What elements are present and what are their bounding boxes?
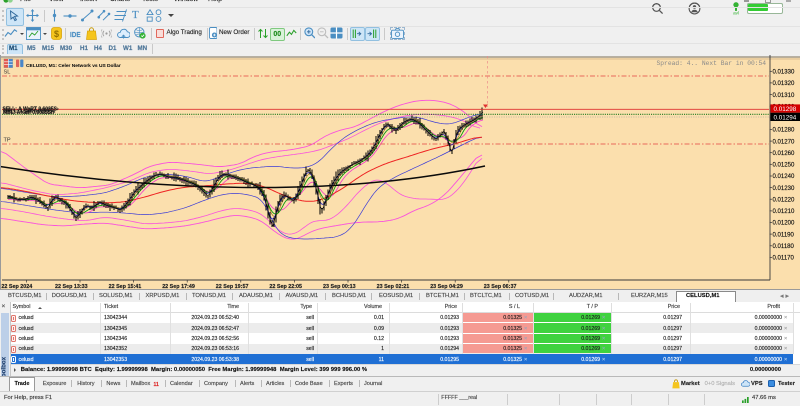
svg-text:Spread: 4.. Next Bar in 00:54: Spread: 4.. Next Bar in 00:54 — [657, 60, 767, 67]
svg-text:0.01180: 0.01180 — [773, 244, 795, 250]
svg-text:0.01210: 0.01210 — [773, 209, 795, 215]
svg-text:23 Sep 00:13: 23 Sep 00:13 — [323, 284, 356, 290]
svg-text:MBL: A%aff 0.6035Sn·: MBL: A%aff 0.6035Sn· — [3, 110, 56, 116]
svg-text:0.01320: 0.01320 — [773, 81, 795, 87]
svg-text:0.01250: 0.01250 — [773, 163, 795, 169]
svg-text:22 Sep 19:57: 22 Sep 19:57 — [216, 284, 249, 290]
svg-text:23 Sep 06:37: 23 Sep 06:37 — [484, 284, 517, 290]
svg-text:0.01294: 0.01294 — [774, 114, 797, 121]
svg-text:0.01298: 0.01298 — [774, 106, 797, 113]
svg-text:0.01310: 0.01310 — [773, 93, 795, 99]
svg-text:0.01240: 0.01240 — [773, 174, 795, 180]
svg-text:$: $ — [54, 29, 59, 39]
svg-text:0.01230: 0.01230 — [773, 186, 795, 192]
svg-text:0.01220: 0.01220 — [773, 197, 795, 203]
svg-text:SL: SL — [4, 70, 11, 76]
svg-text:CELUSD, M1: Celer Network vs: CELUSD, M1: Celer Network vs US Dollar — [26, 63, 121, 69]
svg-text:0.01330: 0.01330 — [773, 70, 795, 76]
svg-text:22 Sep 22:05: 22 Sep 22:05 — [269, 284, 302, 290]
svg-text:22 Sep 13:33: 22 Sep 13:33 — [55, 284, 88, 290]
svg-text:avl: avl — [733, 10, 739, 15]
svg-text:0.01170: 0.01170 — [773, 256, 795, 262]
svg-text:22 Sep 15:41: 22 Sep 15:41 — [109, 284, 142, 290]
svg-text:23 Sep 02:21: 23 Sep 02:21 — [377, 284, 410, 290]
svg-text:22 Sep 2024: 22 Sep 2024 — [1, 284, 32, 290]
svg-text:23 Sep 04:29: 23 Sep 04:29 — [430, 284, 463, 290]
svg-text:0.01270: 0.01270 — [773, 139, 795, 145]
svg-text:TP: TP — [4, 138, 11, 144]
svg-text:22 Sep 17:49: 22 Sep 17:49 — [162, 284, 195, 290]
svg-text:0.01260: 0.01260 — [773, 151, 795, 157]
svg-text:0.01280: 0.01280 — [773, 128, 795, 134]
svg-text:0.01200: 0.01200 — [773, 221, 795, 227]
svg-text:0.01190: 0.01190 — [773, 232, 795, 238]
